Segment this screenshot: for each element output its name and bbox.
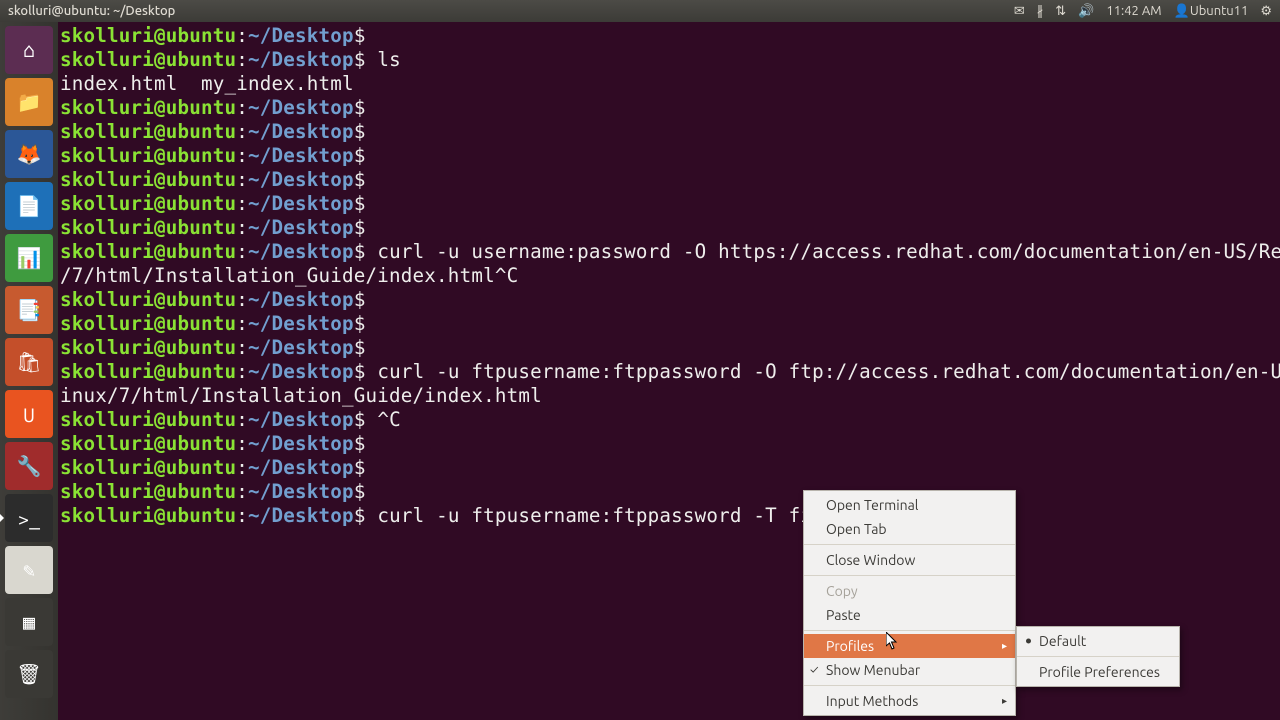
launcher-trash[interactable]: 🗑 — [5, 650, 53, 698]
menu-open-terminal[interactable]: Open Terminal — [804, 493, 1015, 517]
mail-icon[interactable]: ✉ — [1014, 4, 1025, 19]
menu-show-menubar[interactable]: Show Menubar✓ — [804, 658, 1015, 682]
launcher-ubuntuone[interactable]: U — [5, 390, 53, 438]
terminal-output[interactable]: skolluri@ubuntu:~/Desktop$ skolluri@ubun… — [58, 22, 1280, 720]
menu-copy: Copy — [804, 579, 1015, 603]
menu-close-window[interactable]: Close Window — [804, 548, 1015, 572]
bluetooth-icon[interactable]: ∦ — [1037, 4, 1044, 19]
launcher-dash[interactable]: ⌂ — [5, 26, 53, 74]
launcher-workspace[interactable]: ▦ — [5, 598, 53, 646]
launcher-files[interactable]: 📁 — [5, 78, 53, 126]
system-tray: ✉ ∦ ⇅ 🔊 11:42 AM 👤 Ubuntu11 ⚙ — [1014, 4, 1272, 19]
launcher-gedit[interactable]: ✎ — [5, 546, 53, 594]
launcher-calc[interactable]: 📊 — [5, 234, 53, 282]
sound-icon[interactable]: 🔊 — [1078, 4, 1094, 19]
user-menu[interactable]: 👤 Ubuntu11 — [1174, 4, 1249, 19]
launcher-software[interactable]: 🛍 — [5, 338, 53, 386]
profiles-submenu[interactable]: Default Profile Preferences — [1016, 626, 1180, 687]
menu-profiles[interactable]: Profiles▸ — [804, 634, 1015, 658]
unity-launcher: ⌂📁🦊📄📊📑🛍U🔧>_✎▦🗑 — [0, 22, 58, 720]
menu-input-methods[interactable]: Input Methods▸ — [804, 689, 1015, 713]
window-title: skolluri@ubuntu: ~/Desktop — [8, 4, 175, 18]
top-panel: skolluri@ubuntu: ~/Desktop ✉ ∦ ⇅ 🔊 11:42… — [0, 0, 1280, 22]
launcher-terminal[interactable]: >_ — [5, 494, 53, 542]
menu-default[interactable]: Default — [1017, 629, 1179, 653]
terminal-context-menu[interactable]: Open TerminalOpen Tab Close Window CopyPas… — [803, 490, 1016, 716]
network-icon[interactable]: ⇅ — [1055, 4, 1066, 19]
clock[interactable]: 11:42 AM — [1106, 4, 1161, 18]
menu-profile-preferences[interactable]: Profile Preferences — [1017, 660, 1179, 684]
launcher-impress[interactable]: 📑 — [5, 286, 53, 334]
launcher-settings[interactable]: 🔧 — [5, 442, 53, 490]
launcher-writer[interactable]: 📄 — [5, 182, 53, 230]
menu-paste[interactable]: Paste — [804, 603, 1015, 627]
launcher-firefox[interactable]: 🦊 — [5, 130, 53, 178]
gear-icon[interactable]: ⚙ — [1260, 4, 1272, 19]
menu-open-tab[interactable]: Open Tab — [804, 517, 1015, 541]
